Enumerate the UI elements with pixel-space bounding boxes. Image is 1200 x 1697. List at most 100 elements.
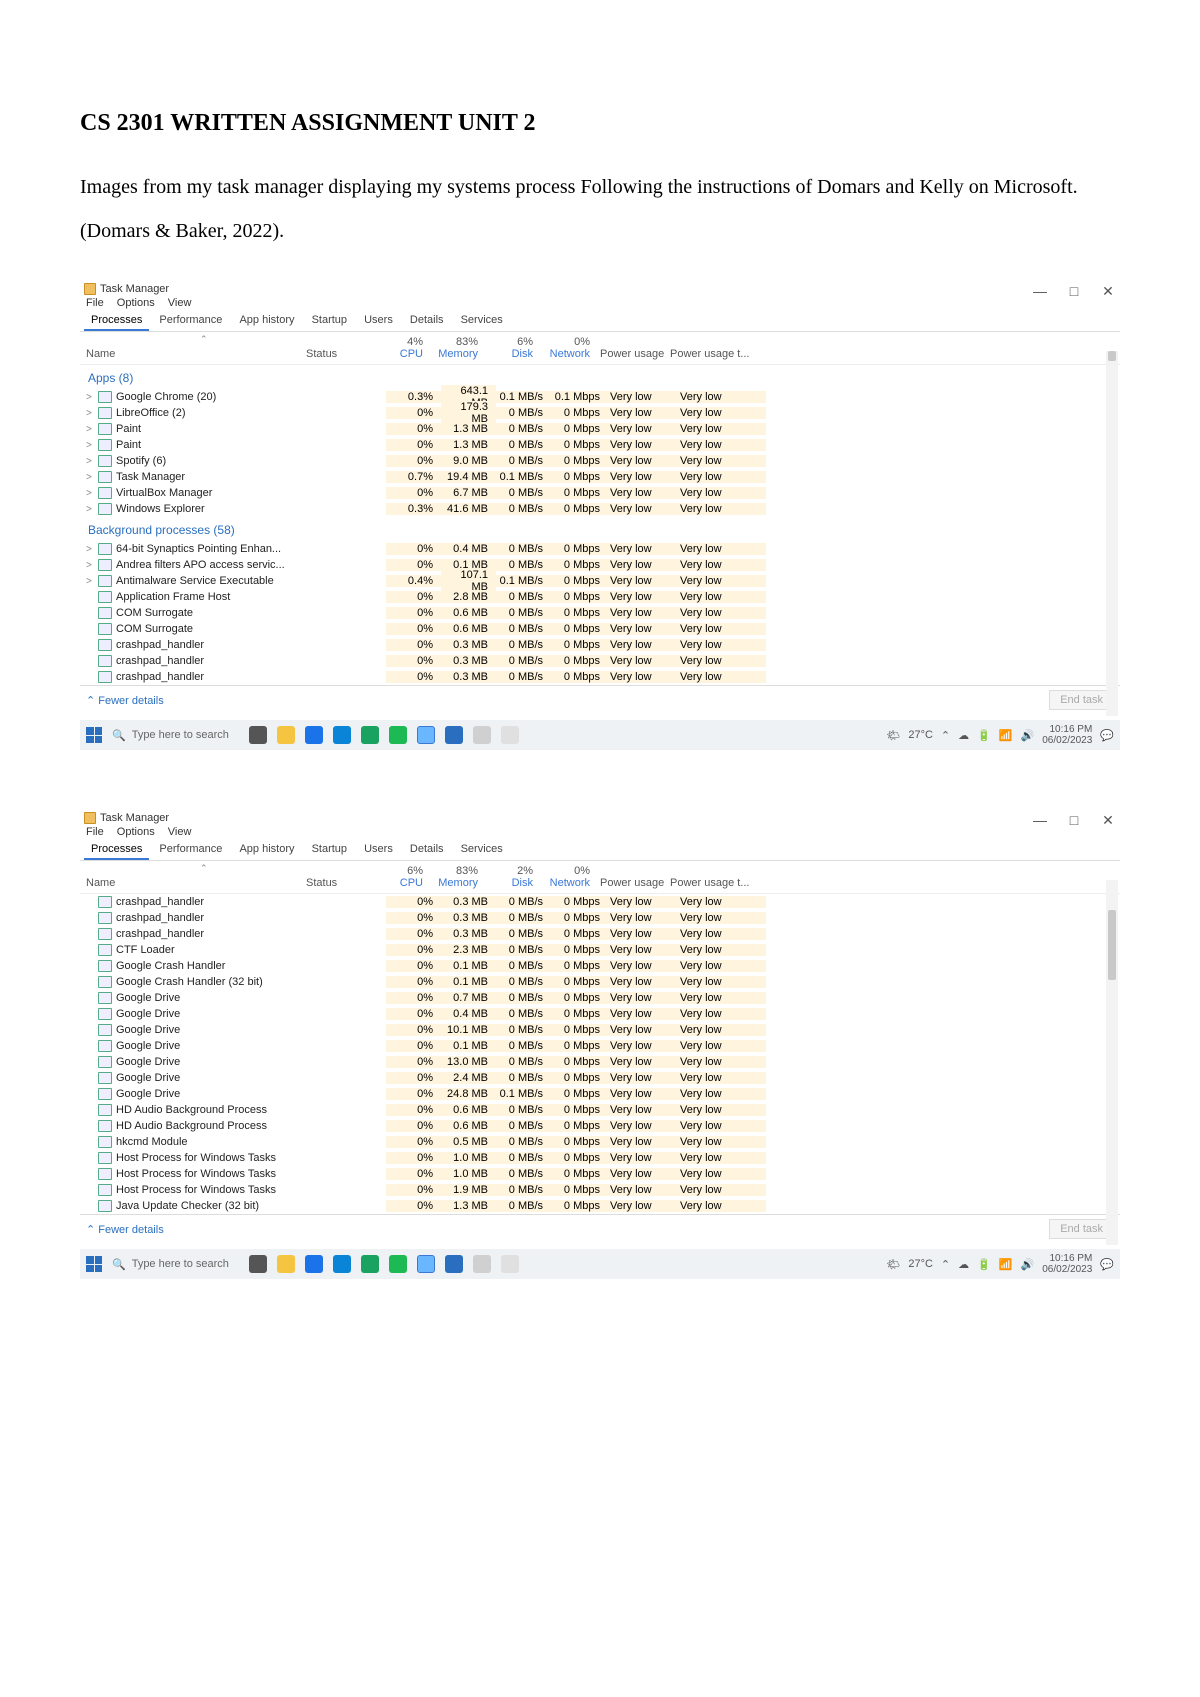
mail-icon[interactable] [305, 726, 323, 744]
explorer-icon[interactable] [277, 726, 295, 744]
group-apps[interactable]: Apps (8) [80, 365, 1120, 389]
taskbar-search[interactable]: 🔍 Type here to search [112, 1258, 229, 1271]
volume-icon[interactable]: 🔊 [1021, 729, 1035, 742]
table-row[interactable]: >Google Chrome (20)0.3%643.1 MB0.1 MB/s0… [80, 389, 1120, 405]
expand-icon[interactable]: > [86, 392, 98, 403]
tab-services[interactable]: Services [454, 840, 510, 858]
table-row[interactable]: >VirtualBox Manager0%6.7 MB0 MB/s0 MbpsV… [80, 485, 1120, 501]
scrollbar-thumb[interactable] [1108, 910, 1116, 980]
spotify-icon[interactable] [389, 726, 407, 744]
taskbar-clock[interactable]: 10:16 PM 06/02/2023 [1042, 724, 1092, 746]
chrome-icon[interactable] [361, 1255, 379, 1273]
tab-processes[interactable]: Processes [84, 311, 149, 331]
col-power-usage-trend[interactable]: Power usage t... [670, 348, 750, 360]
tab-details[interactable]: Details [403, 840, 451, 858]
start-button[interactable] [86, 1256, 102, 1272]
expand-icon[interactable]: > [86, 576, 98, 587]
col-status[interactable]: Status [306, 877, 376, 889]
wifi-icon[interactable]: 📶 [999, 1258, 1013, 1271]
app-icon[interactable] [417, 726, 435, 744]
table-row[interactable]: HD Audio Background Process0%0.6 MB0 MB/… [80, 1118, 1120, 1134]
expand-icon[interactable]: > [86, 456, 98, 467]
table-row[interactable]: Host Process for Windows Tasks0%1.9 MB0 … [80, 1182, 1120, 1198]
virtualbox-icon[interactable] [445, 726, 463, 744]
tab-users[interactable]: Users [357, 311, 400, 329]
onedrive-icon[interactable]: ☁ [958, 1258, 969, 1271]
table-row[interactable]: Google Crash Handler0%0.1 MB0 MB/s0 Mbps… [80, 958, 1120, 974]
table-row[interactable]: Host Process for Windows Tasks0%1.0 MB0 … [80, 1166, 1120, 1182]
col-memory[interactable]: Memory [431, 348, 478, 360]
wifi-icon[interactable]: 📶 [999, 729, 1013, 742]
taskview-icon[interactable] [249, 1255, 267, 1273]
taskbar-clock[interactable]: 10:16 PM 06/02/2023 [1042, 1253, 1092, 1275]
col-status[interactable]: Status [306, 348, 376, 360]
group-background[interactable]: Background processes (58) [80, 517, 1120, 541]
paint-icon[interactable] [473, 1255, 491, 1273]
col-power-usage[interactable]: Power usage [600, 877, 664, 889]
col-power-usage-trend[interactable]: Power usage t... [670, 877, 750, 889]
table-row[interactable]: hkcmd Module0%0.5 MB0 MB/s0 MbpsVery low… [80, 1134, 1120, 1150]
col-cpu[interactable]: CPU [376, 348, 423, 360]
table-row[interactable]: Google Drive0%0.4 MB0 MB/s0 MbpsVery low… [80, 1006, 1120, 1022]
menu-file[interactable]: File [86, 297, 104, 309]
weather-icon[interactable]: 🌤 [886, 1258, 900, 1271]
expand-icon[interactable]: > [86, 424, 98, 435]
table-row[interactable]: >Windows Explorer0.3%41.6 MB0 MB/s0 Mbps… [80, 501, 1120, 517]
end-task-button[interactable]: End task [1049, 1219, 1114, 1239]
maximize-button[interactable]: □ [1066, 283, 1082, 300]
expand-icon[interactable]: > [86, 472, 98, 483]
battery-icon[interactable]: 🔋 [977, 1258, 991, 1271]
table-row[interactable]: crashpad_handler0%0.3 MB0 MB/s0 MbpsVery… [80, 637, 1120, 653]
fewer-details-link[interactable]: Fewer details [98, 1224, 163, 1236]
tab-details[interactable]: Details [403, 311, 451, 329]
expand-icon[interactable]: > [86, 440, 98, 451]
table-row[interactable]: Google Drive0%10.1 MB0 MB/s0 MbpsVery lo… [80, 1022, 1120, 1038]
table-row[interactable]: >Task Manager0.7%19.4 MB0.1 MB/s0 MbpsVe… [80, 469, 1120, 485]
tab-app-history[interactable]: App history [232, 840, 301, 858]
col-network[interactable]: Network [541, 877, 590, 889]
col-name[interactable]: Name [86, 877, 306, 889]
end-task-button[interactable]: End task [1049, 690, 1114, 710]
table-row[interactable]: COM Surrogate0%0.6 MB0 MB/s0 MbpsVery lo… [80, 621, 1120, 637]
spotify-icon[interactable] [389, 1255, 407, 1273]
paint-icon[interactable] [473, 726, 491, 744]
table-row[interactable]: crashpad_handler0%0.3 MB0 MB/s0 MbpsVery… [80, 669, 1120, 685]
chrome-icon[interactable] [361, 726, 379, 744]
expand-icon[interactable]: > [86, 408, 98, 419]
table-row[interactable]: >LibreOffice (2)0%179.3 MB0 MB/s0 MbpsVe… [80, 405, 1120, 421]
fewer-details-link[interactable]: Fewer details [98, 695, 163, 707]
table-row[interactable]: >Andrea filters APO access servic...0%0.… [80, 557, 1120, 573]
menu-view[interactable]: View [168, 826, 192, 838]
table-row[interactable]: Google Drive0%0.1 MB0 MB/s0 MbpsVery low… [80, 1038, 1120, 1054]
close-button[interactable]: ✕ [1100, 812, 1116, 829]
tab-startup[interactable]: Startup [305, 840, 354, 858]
tab-processes[interactable]: Processes [84, 840, 149, 860]
minimize-button[interactable]: — [1032, 283, 1048, 300]
table-row[interactable]: Google Drive0%0.7 MB0 MB/s0 MbpsVery low… [80, 990, 1120, 1006]
table-row[interactable]: HD Audio Background Process0%0.6 MB0 MB/… [80, 1102, 1120, 1118]
table-row[interactable]: Google Drive0%13.0 MB0 MB/s0 MbpsVery lo… [80, 1054, 1120, 1070]
taskview-icon[interactable] [249, 726, 267, 744]
minimize-button[interactable]: — [1032, 812, 1048, 829]
taskbar-search[interactable]: 🔍 Type here to search [112, 729, 229, 742]
menu-view[interactable]: View [168, 297, 192, 309]
maximize-button[interactable]: □ [1066, 812, 1082, 829]
col-network[interactable]: Network [541, 348, 590, 360]
col-cpu[interactable]: CPU [376, 877, 423, 889]
table-row[interactable]: Application Frame Host0%2.8 MB0 MB/s0 Mb… [80, 589, 1120, 605]
battery-icon[interactable]: 🔋 [977, 729, 991, 742]
tab-performance[interactable]: Performance [152, 840, 229, 858]
expand-icon[interactable]: > [86, 544, 98, 555]
edge-icon[interactable] [333, 726, 351, 744]
table-row[interactable]: >Antimalware Service Executable0.4%107.1… [80, 573, 1120, 589]
tab-startup[interactable]: Startup [305, 311, 354, 329]
mail-icon[interactable] [305, 1255, 323, 1273]
table-row[interactable]: crashpad_handler0%0.3 MB0 MB/s0 MbpsVery… [80, 926, 1120, 942]
explorer-icon[interactable] [277, 1255, 295, 1273]
expand-icon[interactable]: > [86, 504, 98, 515]
table-row[interactable]: Java Update Checker (32 bit)0%1.3 MB0 MB… [80, 1198, 1120, 1214]
table-row[interactable]: crashpad_handler0%0.3 MB0 MB/s0 MbpsVery… [80, 653, 1120, 669]
start-button[interactable] [86, 727, 102, 743]
expand-icon[interactable]: > [86, 560, 98, 571]
table-row[interactable]: CTF Loader0%2.3 MB0 MB/s0 MbpsVery lowVe… [80, 942, 1120, 958]
